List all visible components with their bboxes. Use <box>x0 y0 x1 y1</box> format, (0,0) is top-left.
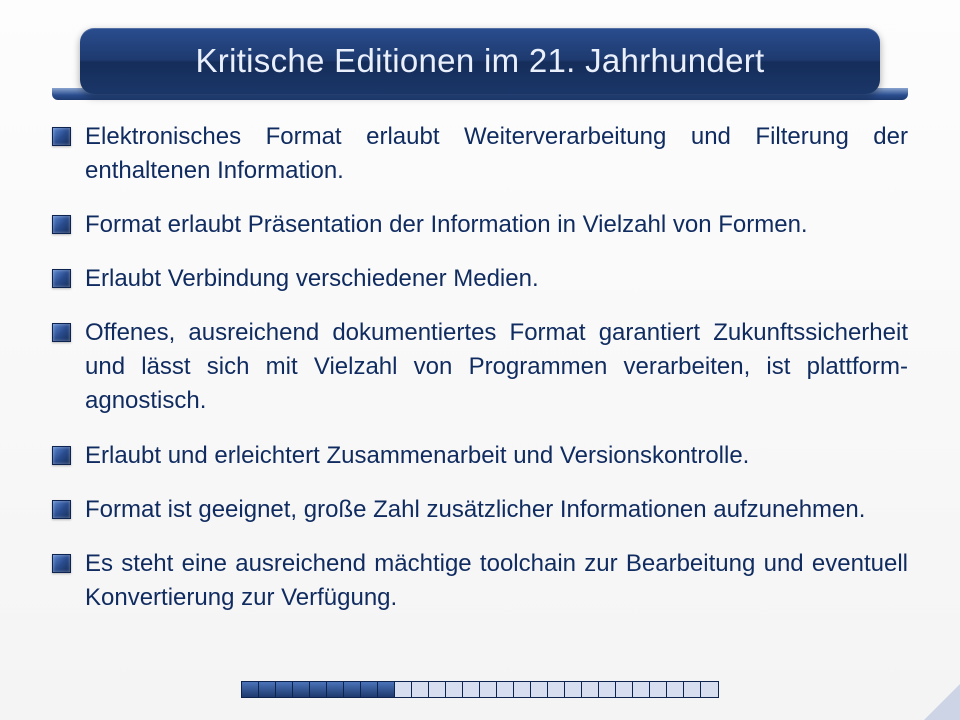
progress-cell <box>565 682 582 697</box>
progress-cell <box>616 682 633 697</box>
progress-cell <box>344 682 361 697</box>
bullet-text: Es steht eine ausreichend mächtige toolc… <box>85 547 908 615</box>
list-item: Elektronisches Format erlaubt Weitervera… <box>52 120 908 188</box>
list-item: Format erlaubt Präsentation der Informat… <box>52 208 908 242</box>
bullet-text: Erlaubt und erleichtert Zusammenarbeit u… <box>85 439 908 473</box>
progress-cell <box>701 682 718 697</box>
list-item: Format ist geeignet, große Zahl zusätzli… <box>52 493 908 527</box>
bullet-icon <box>52 500 71 519</box>
progress-cell <box>429 682 446 697</box>
list-item: Erlaubt und erleichtert Zusammenarbeit u… <box>52 439 908 473</box>
bullet-icon <box>52 127 71 146</box>
progress-cell <box>395 682 412 697</box>
progress-cell <box>463 682 480 697</box>
progress-cell <box>497 682 514 697</box>
progress-cell <box>327 682 344 697</box>
progress-cell <box>582 682 599 697</box>
bullet-icon <box>52 446 71 465</box>
bullet-icon <box>52 215 71 234</box>
bullet-text: Format ist geeignet, große Zahl zusätzli… <box>85 493 908 527</box>
progress-cell <box>310 682 327 697</box>
bullet-text: Elektronisches Format erlaubt Weitervera… <box>85 120 908 188</box>
progress-cell <box>378 682 395 697</box>
progress-cell <box>667 682 684 697</box>
list-item: Es steht eine ausreichend mächtige toolc… <box>52 547 908 615</box>
bullet-text: Erlaubt Verbindung verschiedener Medien. <box>85 262 908 296</box>
progress-bar <box>241 681 719 698</box>
list-item: Erlaubt Verbindung verschiedener Medien. <box>52 262 908 296</box>
progress-cell <box>412 682 429 697</box>
list-item: Offenes, ausreichend dokumentiertes Form… <box>52 316 908 418</box>
bullet-icon <box>52 554 71 573</box>
progress-cell <box>684 682 701 697</box>
progress-cell <box>259 682 276 697</box>
progress-cell <box>242 682 259 697</box>
progress-cell <box>514 682 531 697</box>
progress-cell <box>276 682 293 697</box>
progress-cell <box>293 682 310 697</box>
progress-cell <box>599 682 616 697</box>
progress-cell <box>633 682 650 697</box>
progress-cell <box>650 682 667 697</box>
bullet-text: Offenes, ausreichend dokumentiertes Form… <box>85 316 908 418</box>
slide-content: Elektronisches Format erlaubt Weitervera… <box>52 120 908 635</box>
corner-fold-icon <box>924 684 960 720</box>
progress-cell <box>446 682 463 697</box>
slide-title-box: Kritische Editionen im 21. Jahrhundert <box>80 28 880 94</box>
bullet-text: Format erlaubt Präsentation der Informat… <box>85 208 908 242</box>
bullet-icon <box>52 323 71 342</box>
progress-cell <box>548 682 565 697</box>
progress-cell <box>480 682 497 697</box>
slide-title: Kritische Editionen im 21. Jahrhundert <box>195 42 764 80</box>
progress-cell <box>531 682 548 697</box>
bullet-icon <box>52 269 71 288</box>
progress-cell <box>361 682 378 697</box>
